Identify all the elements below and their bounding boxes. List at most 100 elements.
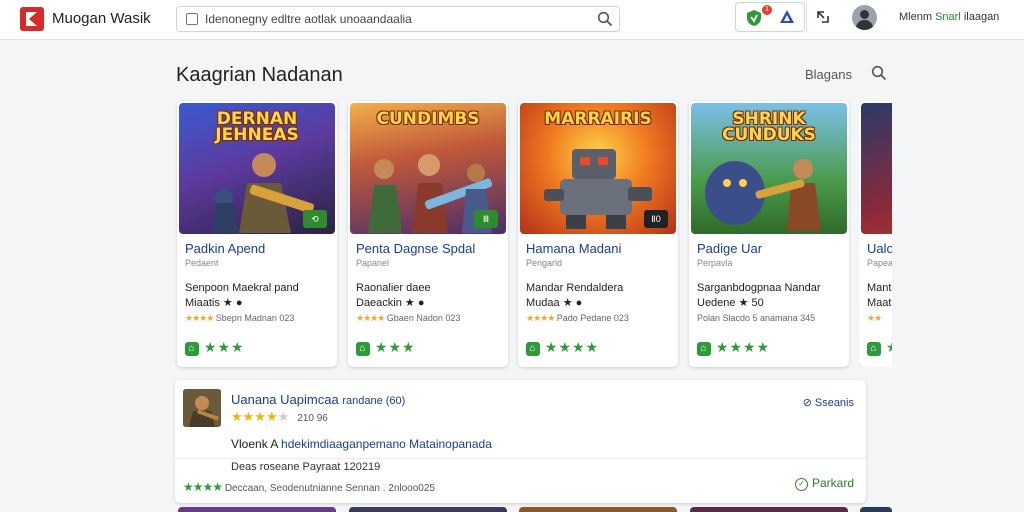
thumbnail-badge: ⟲ — [303, 210, 327, 228]
game-name[interactable]: Ualo — [867, 241, 892, 256]
robot-icon — [544, 149, 652, 229]
game-art-title: DERNAN JEHNEAS — [215, 109, 299, 145]
desc-line: Daeackin ★ ● — [356, 297, 425, 309]
game-meta-text: Sbepn Madnan 023 — [215, 313, 295, 323]
next-row-card[interactable] — [519, 507, 677, 512]
review-tag: randane (60) — [342, 395, 406, 407]
user-last-name: ilaagan — [963, 11, 1000, 23]
review-title-text: Uanana Uapimcaa — [231, 392, 339, 407]
search-icon[interactable] — [597, 11, 613, 32]
rating-stars: ★★★★ — [544, 339, 600, 355]
review-body-plain: Vloenk A — [231, 437, 282, 451]
rating-badge-icon: ⌂ — [697, 342, 711, 356]
check-circle-icon: ✓ — [794, 478, 808, 491]
game-meta: ★★ — [867, 313, 882, 324]
game-category: Pedaent — [185, 258, 219, 268]
next-row-card[interactable] — [690, 507, 848, 512]
desc-line: Mandar Rendaldera — [526, 282, 624, 294]
review-body: Vloenk A hdekimdiaaganpemano Matainopana… — [231, 437, 492, 451]
rating-row: ⌂ ★★★ — [185, 339, 245, 356]
review-action-label: Parkard — [811, 476, 854, 490]
review-link-label: Sseanis — [814, 397, 854, 409]
rating-row: ⌂ ★★★ — [356, 339, 416, 356]
user-first-name: Mlenm — [899, 11, 933, 23]
reviewer-avatar[interactable] — [183, 389, 221, 427]
user-avatar[interactable] — [852, 5, 877, 30]
notification-badge: 1 — [762, 5, 772, 15]
game-thumbnail[interactable] — [861, 103, 892, 234]
small-stars-icon: ★★★★ — [356, 313, 385, 323]
game-description: Sarganbdogpnaa Nandar Uedene ★ 50 — [697, 281, 845, 311]
expand-icon[interactable] — [815, 9, 831, 30]
desc-line: Mudaa ★ ● — [526, 297, 583, 309]
game-name[interactable]: Padige Uar — [697, 241, 762, 256]
avatar-body — [856, 20, 873, 30]
section-link[interactable]: Blagans — [805, 67, 852, 82]
game-thumbnail[interactable]: DERNAN JEHNEAS ⟲ — [179, 103, 335, 234]
game-category: Pengarld — [526, 258, 563, 268]
search-input[interactable] — [205, 10, 585, 28]
divider — [806, 2, 807, 32]
game-meta: ★★★★ Pado Pedane 023 — [526, 313, 629, 324]
game-category: Perpavla — [697, 258, 733, 268]
next-row-card[interactable] — [860, 507, 892, 512]
game-description: Raonalier daee Daeackin ★ ● — [356, 281, 504, 311]
next-row-card[interactable] — [178, 507, 336, 512]
next-row-card[interactable] — [349, 507, 507, 512]
rating-row: ⌂ ★★ — [867, 339, 892, 356]
game-category: Papanel — [356, 258, 390, 268]
game-art-title: MARRAIRIS — [544, 109, 652, 129]
security-status-button[interactable]: 1 — [735, 2, 805, 32]
game-thumbnail[interactable]: CUNDIMBS Ⅲ — [350, 103, 506, 234]
game-art-title: CUNDIMBS — [376, 109, 480, 129]
stars-off: ★ — [277, 409, 290, 424]
app-logo-icon[interactable] — [20, 7, 44, 31]
rating-badge-icon: ⌂ — [526, 342, 540, 356]
section-title: Kaagrian Nadanan — [176, 64, 343, 86]
rating-badge-icon: ⌂ — [867, 342, 881, 356]
game-meta: Polan Slacdo 5 anamana 345 — [697, 313, 815, 323]
user-name[interactable]: Mlenm Snarl ilaagan — [899, 11, 999, 23]
small-stars-icon: ★★★★ — [526, 313, 555, 323]
review-count: 210 96 — [297, 413, 328, 424]
section-search-icon[interactable] — [871, 65, 887, 86]
footer-stars: ★★★★ — [183, 480, 223, 494]
game-thumbnail[interactable]: MARRAIRIS Ⅱ0 — [520, 103, 676, 234]
game-name[interactable]: Hamana Madani — [526, 241, 621, 256]
small-stars-icon: ★★ — [867, 313, 882, 323]
monster-icon — [705, 159, 821, 231]
game-description: Mantl Maat — [867, 281, 892, 311]
game-card[interactable]: Ualo Papea Mantl Maat ★★ ⌂ ★★ — [859, 101, 892, 367]
game-meta-text: Gbaen Nadon 023 — [386, 313, 461, 323]
game-category: Papea — [867, 258, 892, 268]
game-description: Senpoon Maekral pand Miaatis ★ ● — [185, 281, 333, 311]
rating-stars: ★★★ — [374, 339, 416, 355]
account-icon — [779, 9, 795, 30]
game-meta-text: Pado Pedane 023 — [556, 313, 629, 323]
rating-row: ⌂ ★★★★ — [526, 339, 599, 356]
desc-line: Sarganbdogpnaa Nandar — [697, 282, 821, 294]
game-thumbnail[interactable]: SHRINK CUNDUKS — [691, 103, 847, 234]
checkbox-icon — [186, 13, 198, 25]
game-name[interactable]: Padkin Apend — [185, 241, 265, 256]
small-stars-icon: ★★★★ — [185, 313, 214, 323]
review-link[interactable]: ⊘ Sseanis — [803, 396, 854, 409]
rating-badge-icon: ⌂ — [185, 342, 199, 356]
game-name[interactable]: Penta Dagnse Spdal — [356, 241, 475, 256]
review-stars: ★★★★★ 210 96 — [231, 409, 328, 425]
desc-line: Maat — [867, 297, 892, 309]
desc-line: Miaatis ★ ● — [185, 297, 243, 309]
user-emph-name: Snarl — [935, 11, 961, 23]
rating-stars: ★★ — [886, 339, 892, 355]
game-card[interactable]: CUNDIMBS Ⅲ Penta Dagnse Spdal Papanel Ra… — [348, 101, 508, 367]
game-meta-text: Polan Slacdo 5 anamana 345 — [697, 313, 816, 323]
divider — [175, 458, 866, 459]
game-card[interactable]: SHRINK CUNDUKS Padige Uar Perpavla Sarga… — [689, 101, 849, 367]
game-card[interactable]: MARRAIRIS Ⅱ0 Hamana Madani Pengarld Mand… — [518, 101, 678, 367]
review-action-button[interactable]: ✓ Parkard — [794, 476, 854, 491]
review-subtitle: Deas roseane Payraat 120219 — [231, 461, 381, 473]
search-bar[interactable] — [176, 6, 620, 32]
game-card[interactable]: DERNAN JEHNEAS ⟲ Padkin Apend Pedaent Se… — [177, 101, 337, 367]
rating-stars: ★★★ — [203, 339, 245, 355]
review-title[interactable]: Uanana Uapimcaa randane (60) — [231, 392, 405, 407]
